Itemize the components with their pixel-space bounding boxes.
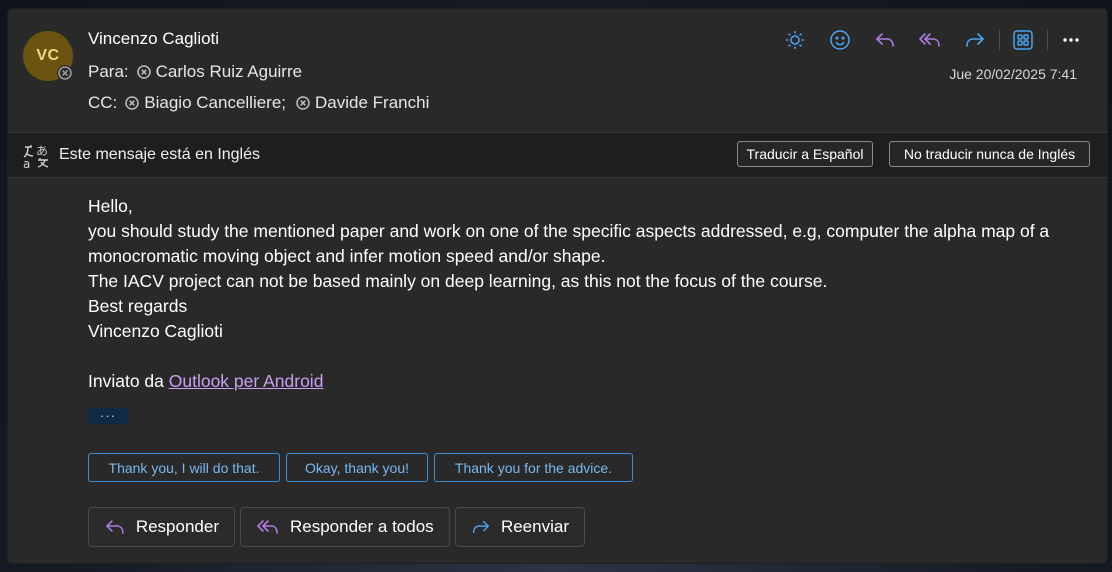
cc-row: CC: Biagio Cancelliere; Davide Franchi <box>88 93 439 113</box>
reply-all-icon[interactable] <box>913 27 947 53</box>
show-quoted-text-button[interactable]: ··· <box>88 408 128 424</box>
reply-label: Responder <box>135 517 219 536</box>
forward-icon[interactable] <box>958 27 992 53</box>
svg-text:a: a <box>23 157 30 169</box>
reply-all-button[interactable]: Responder a todos <box>240 507 450 547</box>
body-paragraph: you should study the mentioned paper and… <box>88 221 1050 266</box>
signature-name: Vincenzo Caglioti <box>88 321 223 341</box>
message-toolbar <box>778 27 1099 53</box>
forward-label: Reenviar <box>500 517 569 536</box>
outlook-android-link[interactable]: Outlook per Android <box>169 371 324 391</box>
email-reading-pane: VC Vincenzo Caglioti Para: Carlos Ruiz A… <box>8 9 1107 563</box>
translation-message: Este mensaje está en Inglés <box>59 146 261 163</box>
reply-icon <box>106 520 124 534</box>
apps-icon[interactable] <box>1006 27 1040 53</box>
translate-button[interactable]: Traducir a Español <box>737 141 873 167</box>
cc-label: CC: <box>88 93 118 112</box>
never-translate-button[interactable]: No traducir nunca de Inglés <box>889 141 1090 167</box>
toolbar-divider <box>999 29 1000 51</box>
suggested-reply[interactable]: Thank you for the advice. <box>434 453 633 482</box>
avatar-initials: VC <box>36 47 60 64</box>
presence-offline-icon <box>125 96 140 110</box>
forward-icon <box>472 520 489 534</box>
smiley-icon[interactable] <box>823 27 857 53</box>
svg-text:あ: あ <box>36 144 48 158</box>
toolbar-divider <box>1047 29 1048 51</box>
translate-icon: a あ <box>22 143 50 174</box>
sent-from-prefix: Inviato da <box>88 371 169 391</box>
to-label: Para: <box>88 62 129 81</box>
recipient-name: Biagio Cancelliere; <box>144 93 287 112</box>
recipient-name: Carlos Ruiz Aguirre <box>155 62 303 81</box>
recipient-to[interactable]: Carlos Ruiz Aguirre <box>136 62 303 82</box>
suggested-reply[interactable]: Okay, thank you! <box>286 453 428 482</box>
reply-button[interactable]: Responder <box>88 507 235 547</box>
sent-date: Jue 20/02/2025 7:41 <box>949 66 1077 82</box>
greeting: Hello, <box>88 196 133 216</box>
sender-name[interactable]: Vincenzo Caglioti <box>88 29 219 49</box>
recipient-cc[interactable]: Biagio Cancelliere; <box>125 93 286 113</box>
forward-button[interactable]: Reenviar <box>455 507 585 547</box>
more-icon[interactable] <box>1054 27 1088 53</box>
presence-offline-icon <box>296 96 310 110</box>
reply-icon[interactable] <box>868 27 902 53</box>
to-row: Para: Carlos Ruiz Aguirre <box>88 62 312 82</box>
recipient-name: Davide Franchi <box>315 93 430 112</box>
suggested-reply[interactable]: Thank you, I will do that. <box>88 453 280 482</box>
recipient-cc[interactable]: Davide Franchi <box>296 93 429 113</box>
reply-all-icon <box>257 520 278 534</box>
translation-bar: a あ Este mensaje está en Inglés Traducir… <box>8 132 1107 178</box>
message-body: Hello, you should study the mentioned pa… <box>88 194 1078 394</box>
reply-all-label: Responder a todos <box>290 517 434 536</box>
presence-offline-icon <box>136 65 151 79</box>
sun-icon[interactable] <box>778 27 812 53</box>
body-paragraph: The IACV project can not be based mainly… <box>88 271 828 291</box>
presence-offline-icon <box>57 65 73 81</box>
sent-from-line: Inviato da Outlook per Android <box>88 369 1078 394</box>
closing: Best regards <box>88 296 188 316</box>
